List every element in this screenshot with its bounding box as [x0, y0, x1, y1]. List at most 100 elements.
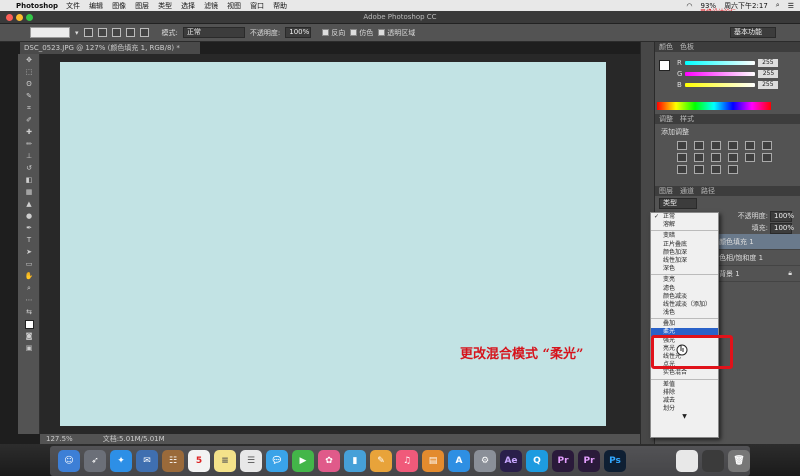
brightness-icon[interactable] — [677, 141, 687, 150]
zoom-button[interactable] — [26, 14, 33, 21]
blend-item-hard-mix[interactable]: 实色混合 — [651, 369, 718, 377]
screenshot-thumbnail-icon[interactable] — [702, 450, 724, 472]
dither-checkbox[interactable] — [350, 29, 358, 36]
reverse-option[interactable]: 反向 — [322, 28, 345, 38]
menu-layer[interactable]: 图层 — [135, 1, 149, 11]
dodge-tool-icon[interactable]: ● — [18, 210, 40, 222]
blue-slider[interactable]: B 255 — [677, 80, 778, 89]
numbers-icon[interactable]: ▮ — [344, 450, 366, 472]
workspace-select[interactable]: 基本功能 — [730, 27, 776, 38]
path-select-tool-icon[interactable]: ➤ — [18, 246, 40, 258]
more-tools-icon[interactable]: ⋯ — [18, 294, 40, 306]
blend-item-screen[interactable]: 滤色 — [651, 285, 718, 293]
system-preferences-icon[interactable]: ⚙ — [474, 450, 496, 472]
app-menu[interactable]: Photoshop — [16, 2, 58, 10]
facetime-icon[interactable]: ▶ — [292, 450, 314, 472]
blend-item-linear-dodge[interactable]: 线性减淡（添加） — [651, 301, 718, 309]
reminders-icon[interactable]: ☰ — [240, 450, 262, 472]
quick-mask-icon[interactable]: ◙ — [18, 330, 40, 342]
close-button[interactable] — [6, 14, 13, 21]
blend-item-dissolve[interactable]: 溶解 — [651, 221, 718, 229]
image-canvas[interactable] — [60, 62, 606, 426]
diamond-gradient-icon[interactable] — [139, 28, 149, 37]
screen-mode-icon[interactable]: ▣ — [18, 342, 40, 354]
radial-gradient-icon[interactable] — [97, 28, 107, 37]
move-tool-icon[interactable]: ✥ — [18, 54, 40, 66]
photos-icon[interactable]: ✿ — [318, 450, 340, 472]
scroll-down-icon[interactable]: ▼ — [651, 413, 718, 420]
ibooks-icon[interactable]: ▤ — [422, 450, 444, 472]
app-store-icon[interactable]: A — [448, 450, 470, 472]
blur-tool-icon[interactable]: ▲ — [18, 198, 40, 210]
reverse-checkbox[interactable] — [322, 29, 330, 36]
menu-image[interactable]: 图像 — [112, 1, 126, 11]
eyedropper-tool-icon[interactable]: ✐ — [18, 114, 40, 126]
menu-help[interactable]: 帮助 — [273, 1, 287, 11]
dither-option[interactable]: 仿色 — [350, 28, 373, 38]
blue-gradient[interactable] — [684, 82, 755, 87]
itunes-icon[interactable]: ♫ — [396, 450, 418, 472]
bw-icon[interactable] — [694, 153, 704, 162]
contacts-icon[interactable]: ☷ — [162, 450, 184, 472]
posterize-icon[interactable] — [677, 165, 687, 174]
gradient-preview[interactable] — [30, 27, 70, 38]
blend-item-color-burn[interactable]: 颜色加深 — [651, 249, 718, 257]
brush-tool-icon[interactable]: ✏ — [18, 138, 40, 150]
crop-tool-icon[interactable]: ⌗ — [18, 102, 40, 114]
blend-item-darker-color[interactable]: 深色 — [651, 265, 718, 273]
blend-item-overlay[interactable]: 叠加 — [651, 320, 718, 328]
red-gradient[interactable] — [684, 60, 755, 65]
photoshop-icon[interactable]: Ps — [604, 450, 626, 472]
trash-icon[interactable]: 🗑︎ — [728, 450, 750, 472]
type-tool-icon[interactable]: T — [18, 234, 40, 246]
transparency-option[interactable]: 透明区域 — [378, 28, 415, 38]
tab-styles[interactable]: 样式 — [680, 114, 694, 124]
green-value[interactable]: 255 — [758, 69, 779, 78]
menu-file[interactable]: 文件 — [66, 1, 80, 11]
tab-channels[interactable]: 通道 — [680, 186, 694, 196]
blend-item-linear-burn[interactable]: 线性加深 — [651, 257, 718, 265]
notes-icon[interactable]: ≡ — [214, 450, 236, 472]
wifi-icon[interactable]: ◠ — [686, 2, 692, 10]
angle-gradient-icon[interactable] — [111, 28, 121, 37]
blue-value[interactable]: 255 — [757, 80, 778, 89]
lasso-tool-icon[interactable]: ʘ — [18, 78, 40, 90]
blend-item-exclusion[interactable]: 排除 — [651, 389, 718, 397]
healing-tool-icon[interactable]: ✚ — [18, 126, 40, 138]
red-value[interactable]: 255 — [757, 58, 778, 67]
color-swatches-icon[interactable] — [18, 318, 40, 330]
mode-select[interactable]: 正常 — [182, 27, 245, 38]
launchpad-icon[interactable]: ➶ — [84, 450, 106, 472]
quicktime-icon[interactable]: Q — [526, 450, 548, 472]
green-gradient[interactable] — [685, 71, 756, 76]
pages-icon[interactable]: ✎ — [370, 450, 392, 472]
swap-colors-icon[interactable]: ⇆ — [18, 306, 40, 318]
tab-color[interactable]: 颜色 — [659, 42, 673, 52]
menu-edit[interactable]: 编辑 — [89, 1, 103, 11]
marquee-tool-icon[interactable]: ⬚ — [18, 66, 40, 78]
blend-item-subtract[interactable]: 减去 — [651, 397, 718, 405]
document-icon[interactable] — [676, 450, 698, 472]
gradient-tool-icon[interactable]: ▦ — [18, 186, 40, 198]
blend-item-darken[interactable]: 变暗 — [651, 232, 718, 240]
color-balance-icon[interactable] — [677, 153, 687, 162]
tab-layers[interactable]: 图层 — [659, 186, 673, 196]
menu-view[interactable]: 视图 — [227, 1, 241, 11]
history-brush-icon[interactable]: ↺ — [18, 162, 40, 174]
premiere-alt-icon[interactable]: Pr — [578, 450, 600, 472]
opacity-input[interactable]: 100% — [285, 27, 312, 38]
reflected-gradient-icon[interactable] — [125, 28, 135, 37]
levels-icon[interactable] — [694, 141, 704, 150]
zoom-level[interactable]: 127.5% — [46, 434, 73, 444]
blend-item-color-dodge[interactable]: 颜色减淡 — [651, 293, 718, 301]
green-slider[interactable]: G 255 — [677, 69, 779, 78]
messages-icon[interactable]: 💬︎ — [266, 450, 288, 472]
menu-window[interactable]: 窗口 — [250, 1, 264, 11]
document-tab[interactable]: DSC_0523.JPG @ 127% (颜色填充 1, RGB/8) * — [20, 42, 200, 54]
layer-fill-input[interactable]: 100% — [770, 222, 794, 234]
tab-adjustments[interactable]: 调整 — [659, 114, 673, 124]
premiere-icon[interactable]: Pr — [552, 450, 574, 472]
menu-filter[interactable]: 滤镜 — [204, 1, 218, 11]
threshold-icon[interactable] — [694, 165, 704, 174]
minimize-button[interactable] — [16, 14, 23, 21]
